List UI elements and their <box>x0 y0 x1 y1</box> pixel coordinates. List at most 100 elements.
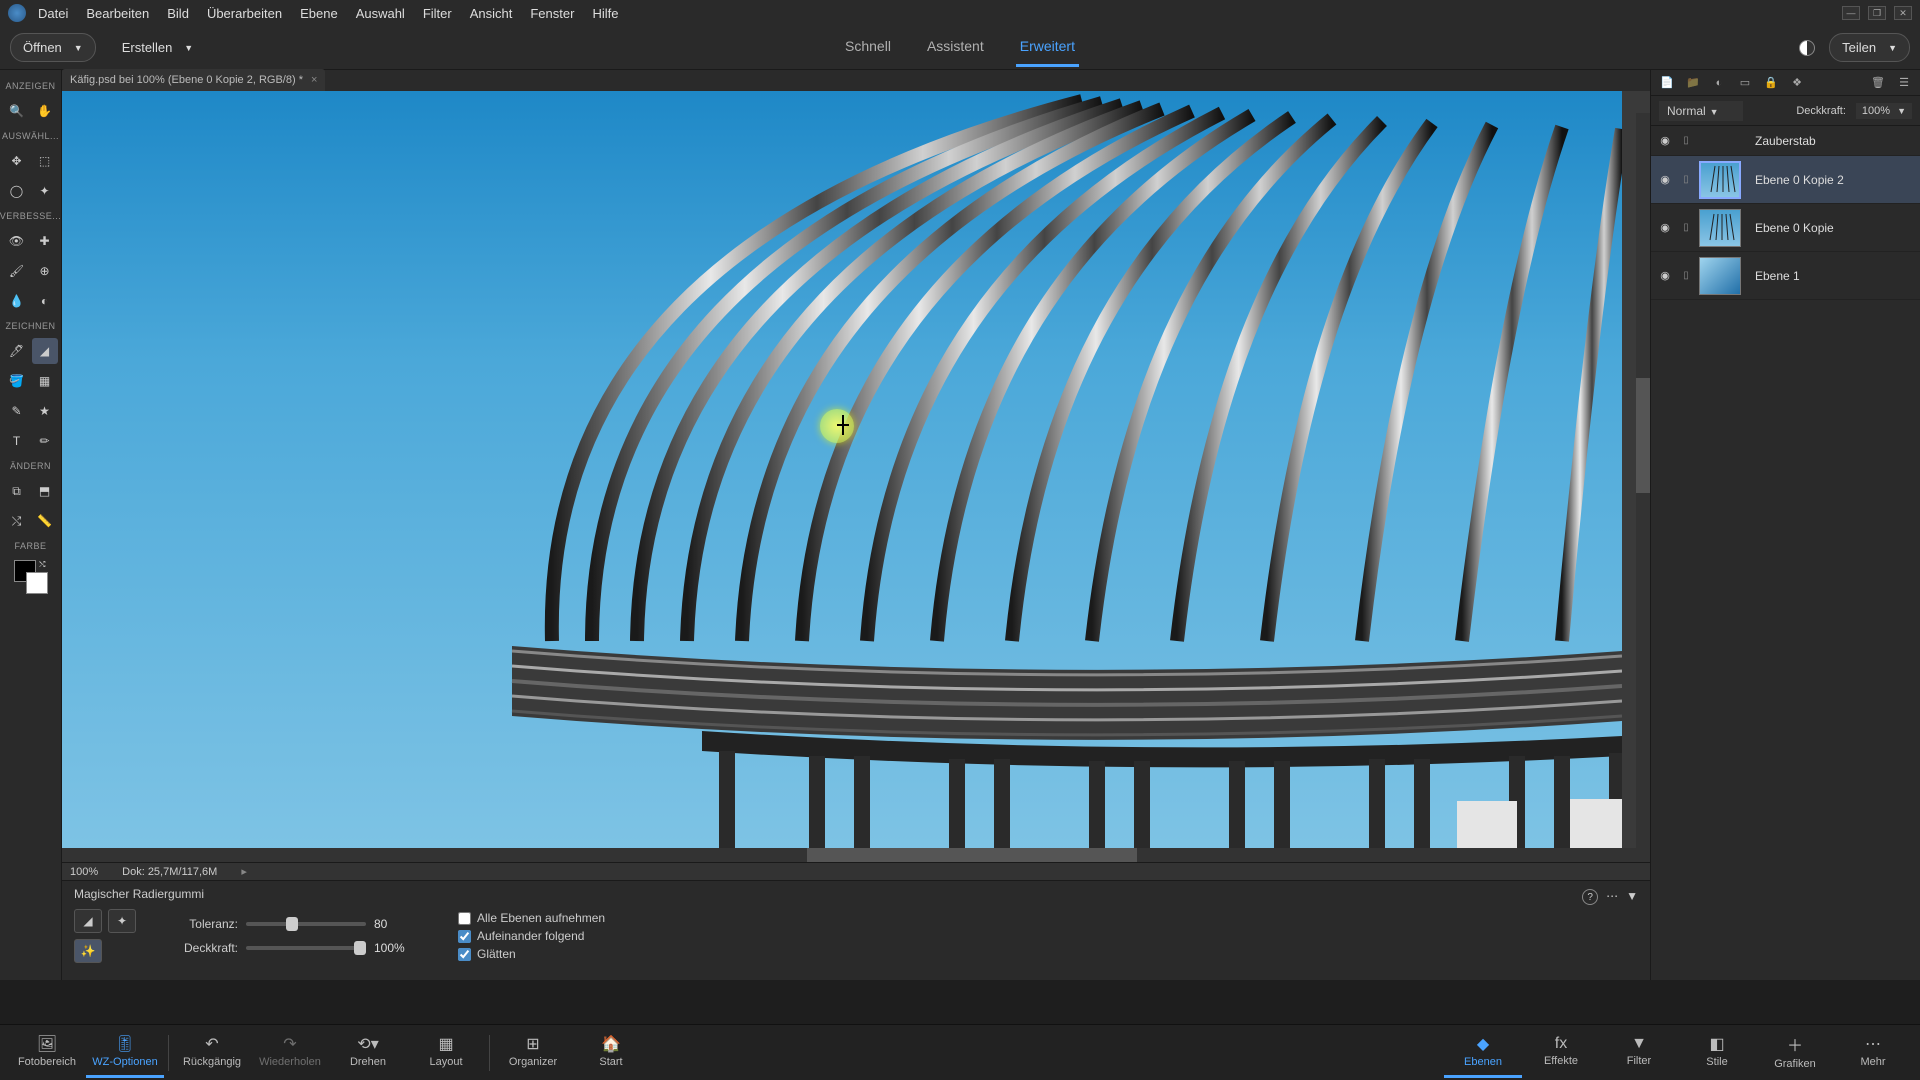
delete-layer-icon[interactable]: 🗑 <box>1870 76 1886 90</box>
menu-filter[interactable]: Filter <box>423 6 452 21</box>
mask-icon[interactable]: ▭ <box>1737 76 1753 90</box>
layer-thumbnail[interactable] <box>1699 209 1741 247</box>
canvas[interactable] <box>62 91 1650 848</box>
theme-toggle-icon[interactable] <box>1799 40 1815 56</box>
nav-organizer[interactable]: ⊞Organizer <box>494 1028 572 1078</box>
blur-tool[interactable]: 💧 <box>4 288 30 314</box>
scrollbar-thumb[interactable] <box>807 848 1137 862</box>
nav-photo-bin[interactable]: 🖼Fotobereich <box>8 1028 86 1078</box>
recompose-tool[interactable]: ⬒ <box>32 478 58 504</box>
eyedropper-tool[interactable]: ✎ <box>4 398 30 424</box>
lasso-tool[interactable]: ◯ <box>4 178 30 204</box>
nav-layers[interactable]: ◆Ebenen <box>1444 1028 1522 1078</box>
eraser-variant-2[interactable]: ✦ <box>108 909 136 933</box>
scrollbar-thumb[interactable] <box>1636 378 1650 493</box>
tab-guided[interactable]: Assistent <box>923 28 988 67</box>
opacity-slider[interactable] <box>246 946 366 950</box>
tolerance-slider[interactable] <box>246 922 366 926</box>
more-options-icon[interactable]: ⋯ <box>1606 889 1618 905</box>
visibility-toggle-icon[interactable]: ◉ <box>1657 173 1673 186</box>
nav-redo[interactable]: ↷Wiederholen <box>251 1028 329 1078</box>
clone-tool[interactable]: ⊕ <box>32 258 58 284</box>
vertical-scrollbar[interactable] <box>1636 113 1650 848</box>
visibility-toggle-icon[interactable]: ◉ <box>1657 269 1673 282</box>
layer-row[interactable]: ◉ ▯ Ebene 1 <box>1651 252 1920 300</box>
redeye-tool[interactable]: 👁 <box>4 228 30 254</box>
collapse-icon[interactable]: ▼ <box>1626 889 1638 905</box>
nav-more[interactable]: ⋯Mehr <box>1834 1028 1912 1078</box>
layer-row[interactable]: ◉ ▯ Zauberstab <box>1651 126 1920 156</box>
layer-opacity-value[interactable]: 100% ▼ <box>1856 103 1912 119</box>
nav-home[interactable]: 🏠Start <box>572 1028 650 1078</box>
adjustment-layer-icon[interactable]: ◐ <box>1711 76 1727 90</box>
lock-icon[interactable]: ▯ <box>1679 135 1693 146</box>
contiguous-checkbox[interactable]: Aufeinander folgend <box>458 929 605 943</box>
tab-quick[interactable]: Schnell <box>841 28 895 67</box>
help-icon[interactable]: ? <box>1582 889 1598 905</box>
status-caret-icon[interactable]: ▸ <box>241 865 247 878</box>
move-tool[interactable]: ✥ <box>4 148 30 174</box>
spot-heal-tool[interactable]: ✚ <box>32 228 58 254</box>
lock-icon[interactable]: ▯ <box>1679 222 1693 233</box>
visibility-toggle-icon[interactable]: ◉ <box>1657 221 1673 234</box>
menu-select[interactable]: Auswahl <box>356 6 405 21</box>
menu-enhance[interactable]: Überarbeiten <box>207 6 282 21</box>
layer-group-icon[interactable]: 📁 <box>1685 76 1701 90</box>
visibility-toggle-icon[interactable]: ◉ <box>1657 134 1673 147</box>
menu-layer[interactable]: Ebene <box>300 6 338 21</box>
crop-tool[interactable]: ⧉ <box>4 478 30 504</box>
eraser-tool[interactable]: ◢ <box>32 338 58 364</box>
eraser-variant-1[interactable]: ◢ <box>74 909 102 933</box>
menu-help[interactable]: Hilfe <box>592 6 618 21</box>
slider-handle[interactable] <box>286 917 298 931</box>
layer-thumbnail[interactable] <box>1699 257 1741 295</box>
layer-thumbnail[interactable] <box>1699 161 1741 199</box>
document-tab[interactable]: Käfig.psd bei 100% (Ebene 0 Kopie 2, RGB… <box>62 69 325 91</box>
menu-view[interactable]: Ansicht <box>470 6 513 21</box>
hand-tool[interactable]: ✋ <box>32 98 58 124</box>
blend-mode-select[interactable]: Normal▼ <box>1659 101 1743 121</box>
nav-tool-options[interactable]: 🎚WZ-Optionen <box>86 1028 164 1078</box>
close-document-icon[interactable]: × <box>311 74 325 86</box>
horizontal-scrollbar[interactable] <box>62 848 1650 862</box>
maximize-button[interactable]: ❐ <box>1868 6 1886 20</box>
nav-filters[interactable]: ▼Filter <box>1600 1028 1678 1078</box>
nav-undo[interactable]: ↶Rückgängig <box>173 1028 251 1078</box>
nav-effects[interactable]: fxEffekte <box>1522 1028 1600 1078</box>
menu-file[interactable]: Datei <box>38 6 68 21</box>
link-layers-icon[interactable]: ❖ <box>1789 76 1805 90</box>
shape-tool[interactable]: ★ <box>32 398 58 424</box>
lock-layer-icon[interactable]: 🔒 <box>1763 76 1779 90</box>
share-button[interactable]: Teilen ▼ <box>1829 33 1910 62</box>
menu-edit[interactable]: Bearbeiten <box>86 6 149 21</box>
create-button[interactable]: Erstellen ▼ <box>110 34 206 61</box>
antialias-checkbox[interactable]: Glätten <box>458 947 605 961</box>
slider-handle[interactable] <box>354 941 366 955</box>
menu-window[interactable]: Fenster <box>530 6 574 21</box>
content-move-tool[interactable]: ⤭ <box>4 508 30 534</box>
nav-layout[interactable]: ▦Layout <box>407 1028 485 1078</box>
background-color[interactable] <box>26 572 48 594</box>
all-layers-checkbox[interactable]: Alle Ebenen aufnehmen <box>458 911 605 925</box>
layer-row[interactable]: ◉ ▯ Ebene 0 Kopie <box>1651 204 1920 252</box>
menu-image[interactable]: Bild <box>167 6 189 21</box>
minimize-button[interactable]: — <box>1842 6 1860 20</box>
zoom-tool[interactable]: 🔍 <box>4 98 30 124</box>
color-swatches[interactable]: ⤭ <box>14 560 48 594</box>
gradient-tool[interactable]: ▦ <box>32 368 58 394</box>
sponge-tool[interactable]: ◐ <box>32 288 58 314</box>
marquee-tool[interactable]: ⬚ <box>32 148 58 174</box>
eraser-variant-3[interactable]: ✨ <box>74 939 102 963</box>
nav-rotate[interactable]: ⟲▾Drehen <box>329 1028 407 1078</box>
close-button[interactable]: ✕ <box>1894 6 1912 20</box>
lock-icon[interactable]: ▯ <box>1679 174 1693 185</box>
lock-icon[interactable]: ▯ <box>1679 270 1693 281</box>
pencil-tool[interactable]: ✏ <box>32 428 58 454</box>
smart-brush-tool[interactable]: 🖌 <box>4 258 30 284</box>
magic-wand-tool[interactable]: ✦ <box>32 178 58 204</box>
new-layer-icon[interactable]: 📄 <box>1659 76 1675 90</box>
nav-styles[interactable]: ◧Stile <box>1678 1028 1756 1078</box>
open-button[interactable]: Öffnen ▼ <box>10 33 96 62</box>
layer-row[interactable]: ◉ ▯ Ebene 0 Kopie 2 <box>1651 156 1920 204</box>
swap-colors-icon[interactable]: ⤭ <box>39 560 45 570</box>
